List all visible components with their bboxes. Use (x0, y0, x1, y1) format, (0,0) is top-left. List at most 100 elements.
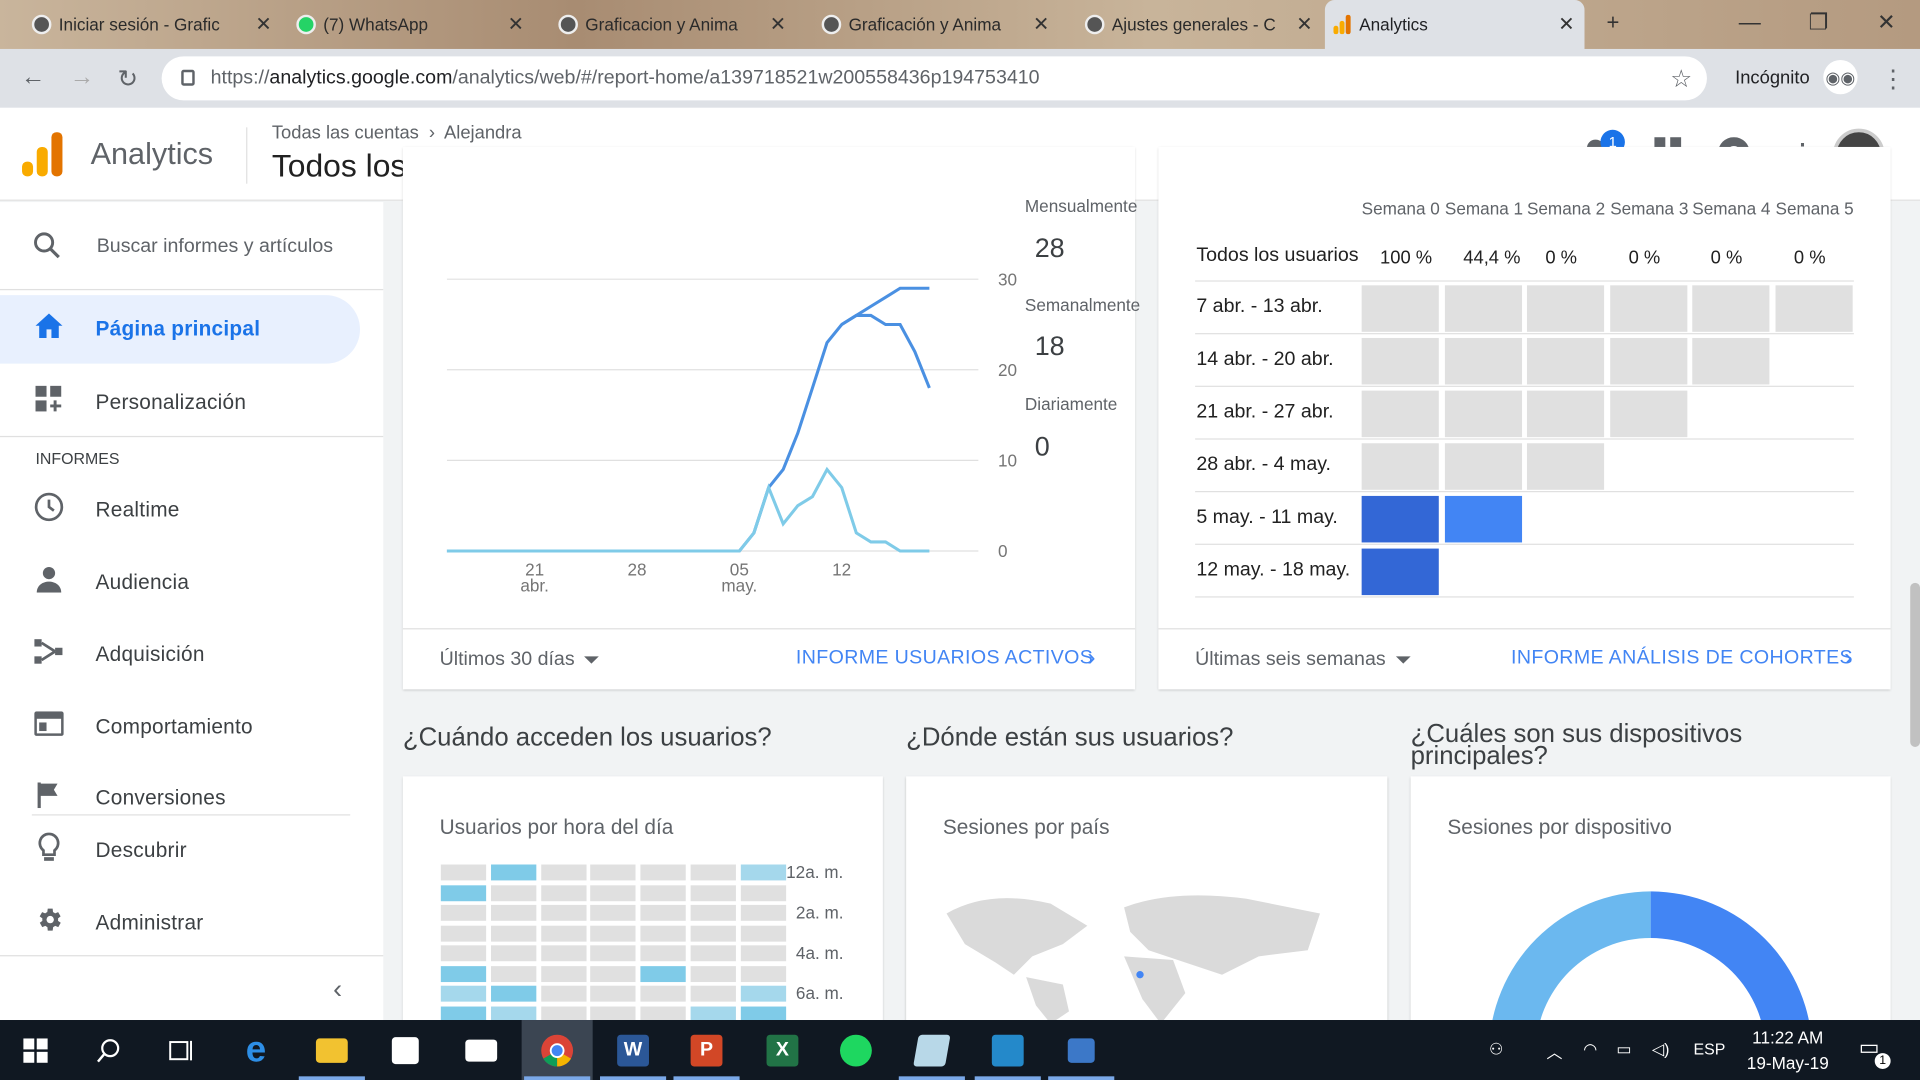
browser-tab-active[interactable]: Analytics ✕ (1324, 0, 1585, 49)
dropdown-arrow-icon (1395, 656, 1411, 664)
window-close-icon[interactable]: ✕ (1877, 10, 1895, 36)
chevron-up-icon[interactable]: ︿ (1547, 1040, 1563, 1063)
incognito-icon[interactable]: ◉◉ (1823, 60, 1858, 95)
browser-tab[interactable]: Graficación y Anima ✕ (814, 0, 1059, 49)
heatmap-cell (491, 945, 537, 962)
close-icon[interactable]: ✕ (255, 12, 271, 36)
edge-icon[interactable]: e (220, 1020, 291, 1080)
dropdown-arrow-icon (584, 656, 600, 664)
cohort-row-label: 21 abr. - 27 abr. (1196, 401, 1334, 423)
close-icon[interactable]: ✕ (1033, 12, 1049, 36)
sidebar-item-home[interactable]: Página principal (0, 295, 361, 364)
hour-label: 6a. m. (795, 983, 844, 1003)
cohort-cell (1361, 337, 1439, 385)
clock-icon (33, 492, 65, 529)
url-bar[interactable]: https://analytics.google.com/analytics/w… (161, 56, 1707, 101)
sidebar-search[interactable]: Buscar informes y artículos (0, 202, 384, 291)
cohort-week-header: Semana 2 (1526, 198, 1606, 218)
browser-tab-strip: Iniciar sesión - Grafic ✕ (7) WhatsApp ✕… (0, 0, 1920, 49)
vscode-icon[interactable] (972, 1020, 1043, 1080)
heatmap-cell (590, 904, 636, 921)
notes-app-icon[interactable] (896, 1020, 967, 1080)
collapse-chevron-icon[interactable]: ‹ (333, 973, 342, 1005)
file-explorer-icon[interactable] (296, 1020, 367, 1080)
battery-icon[interactable]: ▭ (1616, 1040, 1631, 1060)
sidebar-item-realtime[interactable]: Realtime (0, 476, 383, 545)
sidebar-item-customization[interactable]: Personalización (0, 369, 383, 438)
heatmap-cell (590, 965, 636, 982)
close-icon[interactable]: ✕ (1296, 12, 1312, 36)
sidebar-item-acquisition[interactable]: Adquisición (0, 621, 383, 690)
store-icon[interactable] (370, 1020, 441, 1080)
cohort-report-link[interactable]: INFORME ANÁLISIS DE COHORTES (1511, 648, 1853, 670)
sidebar-item-admin[interactable]: Administrar (0, 889, 383, 958)
volume-icon[interactable]: ◁) (1652, 1040, 1670, 1060)
browser-menu-icon[interactable]: ⋮ (1881, 64, 1905, 95)
country-sessions-card: Sesiones por país (906, 776, 1388, 1046)
analytics-logo-icon[interactable] (22, 132, 64, 177)
start-button[interactable] (0, 1020, 71, 1080)
powerpoint-icon[interactable]: P (671, 1020, 742, 1080)
heatmap-cell (440, 965, 487, 982)
bookmark-star-icon[interactable]: ☆ (1670, 64, 1692, 95)
sidebar-item-discover[interactable]: Descubrir (0, 817, 383, 886)
close-icon[interactable]: ✕ (508, 12, 524, 36)
heatmap-cell (640, 904, 686, 921)
browser-tab[interactable]: Graficacion y Anima ✕ (551, 0, 796, 49)
hour-label: 4a. m. (795, 942, 844, 963)
new-tab-icon[interactable]: + (1607, 10, 1620, 36)
reload-icon[interactable]: ↻ (118, 64, 139, 95)
back-icon[interactable]: ← (21, 64, 45, 92)
heatmap-cell (440, 864, 487, 881)
x-tick-label: 12 (832, 560, 851, 580)
word-icon[interactable]: W (598, 1020, 669, 1080)
heatmap-cell (690, 965, 736, 982)
heatmap-cell (590, 864, 636, 881)
x-tick-label: abr. (520, 575, 549, 595)
heatmap-cell (541, 985, 587, 1002)
cohort-range-selector[interactable]: Últimas seis semanas (1195, 649, 1411, 671)
heatmap-cell (640, 985, 686, 1002)
search-icon[interactable] (73, 1020, 144, 1080)
chrome-icon[interactable] (521, 1020, 593, 1080)
restore-icon[interactable]: ❐ (1809, 10, 1829, 36)
search-icon (33, 231, 60, 265)
cohort-cell (1361, 285, 1439, 332)
search-input[interactable]: Buscar informes y artículos (97, 236, 333, 258)
card-title: Usuarios por hora del día (439, 815, 674, 839)
chevron-right-icon[interactable]: › (1844, 644, 1852, 672)
cohort-cell (1526, 285, 1605, 332)
date-range-selector[interactable]: Últimos 30 días (440, 649, 600, 671)
close-icon[interactable]: ✕ (1558, 12, 1574, 36)
system-clock[interactable]: 11:22 AM 19-May-19 (1742, 1025, 1833, 1076)
heatmap-cell (690, 985, 736, 1002)
merge-icon (33, 638, 65, 672)
page-scrollbar[interactable] (1910, 582, 1920, 747)
active-users-report-link[interactable]: INFORME USUARIOS ACTIVOS (796, 648, 1093, 670)
chevron-right-icon[interactable]: › (1087, 644, 1095, 672)
people-icon[interactable]: ⚇ (1489, 1040, 1503, 1060)
sidebar-item-behavior[interactable]: Comportamiento (0, 693, 383, 762)
cohort-percentage: 44,4 % (1463, 247, 1521, 269)
browser-tab[interactable]: Ajustes generales - C ✕ (1078, 0, 1323, 49)
browser-tab[interactable]: (7) WhatsApp ✕ (289, 0, 534, 49)
excel-icon[interactable]: X (747, 1020, 818, 1080)
mail-icon[interactable] (446, 1020, 517, 1080)
breadcrumb[interactable]: Todas las cuentas › Alejandra (272, 122, 522, 143)
network-app-icon[interactable] (1046, 1020, 1117, 1080)
heatmap-cell (491, 925, 537, 942)
browser-tab[interactable]: Iniciar sesión - Grafic ✕ (24, 0, 281, 49)
heatmap-cell (541, 864, 587, 881)
minimize-icon[interactable]: — (1739, 10, 1761, 36)
heatmap-cell (640, 925, 686, 942)
sidebar-item-audience[interactable]: Audiencia (0, 549, 383, 618)
cohort-week-header: Semana 3 (1610, 198, 1689, 218)
wifi-icon[interactable]: ◠ (1583, 1040, 1597, 1060)
cohort-row-label: 28 abr. - 4 may. (1196, 454, 1332, 476)
forward-icon[interactable]: → (70, 64, 94, 92)
close-icon[interactable]: ✕ (770, 12, 786, 36)
spotify-icon[interactable] (820, 1020, 891, 1080)
heatmap-cell (690, 864, 736, 881)
task-view-icon[interactable] (144, 1020, 215, 1080)
language-indicator[interactable]: ESP (1693, 1040, 1725, 1058)
